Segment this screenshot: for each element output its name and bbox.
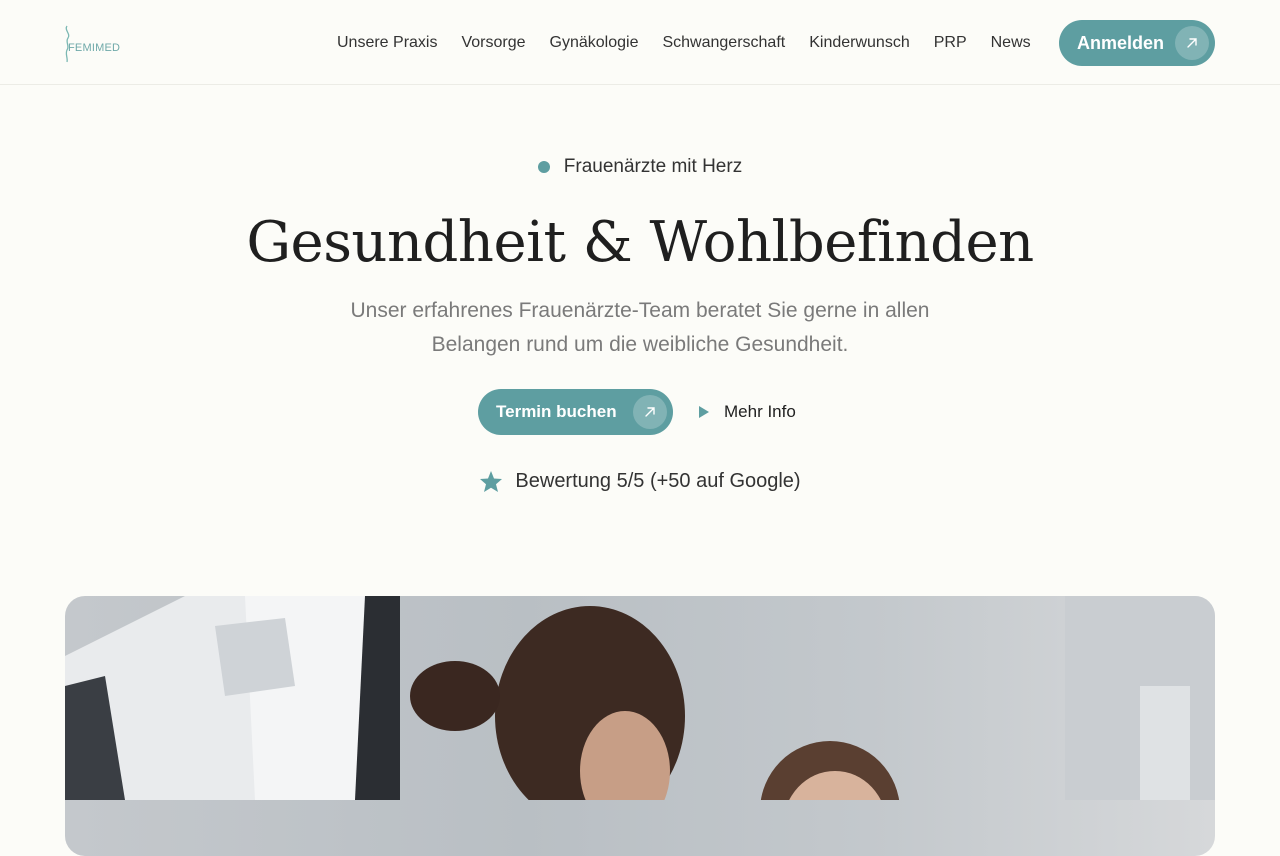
- rating-text: Bewertung 5/5 (+50 auf Google): [515, 470, 801, 492]
- hero-subtitle: Unser erfahrenes Frauenärzte-Team berate…: [0, 294, 1280, 362]
- more-info-label: Mehr Info: [724, 402, 796, 421]
- nav-item-prp[interactable]: PRP: [934, 34, 967, 52]
- nav-item-news[interactable]: News: [991, 34, 1031, 52]
- dot-icon: [537, 161, 550, 173]
- arrow-up-right-icon: [1175, 26, 1209, 60]
- star-icon: [480, 471, 503, 492]
- book-appointment-button[interactable]: Termin buchen: [478, 389, 673, 435]
- book-appointment-label: Termin buchen: [496, 402, 617, 421]
- nav-item-gynaekologie[interactable]: Gynäkologie: [550, 34, 639, 52]
- login-button[interactable]: Anmelden: [1059, 20, 1215, 66]
- subtitle-line-1: Unser erfahrenes Frauenärzte-Team berate…: [350, 299, 930, 322]
- brand-logo[interactable]: FEMIMED: [62, 24, 122, 64]
- hero-photo: [65, 596, 1215, 856]
- login-button-label: Anmelden: [1077, 32, 1165, 53]
- nav-item-schwangerschaft[interactable]: Schwangerschaft: [662, 34, 785, 52]
- nav-item-kinderwunsch[interactable]: Kinderwunsch: [809, 34, 910, 52]
- subtitle-line-2: Belangen rund um die weibliche Gesundhei…: [431, 333, 849, 356]
- play-icon: [699, 406, 709, 418]
- page-title: Gesundheit & Wohlbefinden: [246, 210, 1034, 275]
- tagline-text: Frauenärzte mit Herz: [563, 156, 743, 177]
- nav-item-unsere-praxis[interactable]: Unsere Praxis: [337, 34, 437, 52]
- logo-text: FEMIMED: [68, 42, 121, 54]
- nav-item-vorsorge[interactable]: Vorsorge: [461, 34, 525, 52]
- more-info-link[interactable]: Mehr Info: [698, 400, 796, 424]
- hero-tagline: Frauenärzte mit Herz: [0, 156, 1280, 178]
- site-header: FEMIMED Unsere Praxis Vorsorge Gynäkolog…: [0, 0, 1280, 85]
- rating-badge: Bewertung 5/5 (+50 auf Google): [0, 470, 1280, 493]
- hero-photo-illustration: [65, 596, 1215, 856]
- main-navigation: Unsere Praxis Vorsorge Gynäkologie Schwa…: [337, 0, 1031, 85]
- arrow-up-right-icon: [633, 395, 667, 429]
